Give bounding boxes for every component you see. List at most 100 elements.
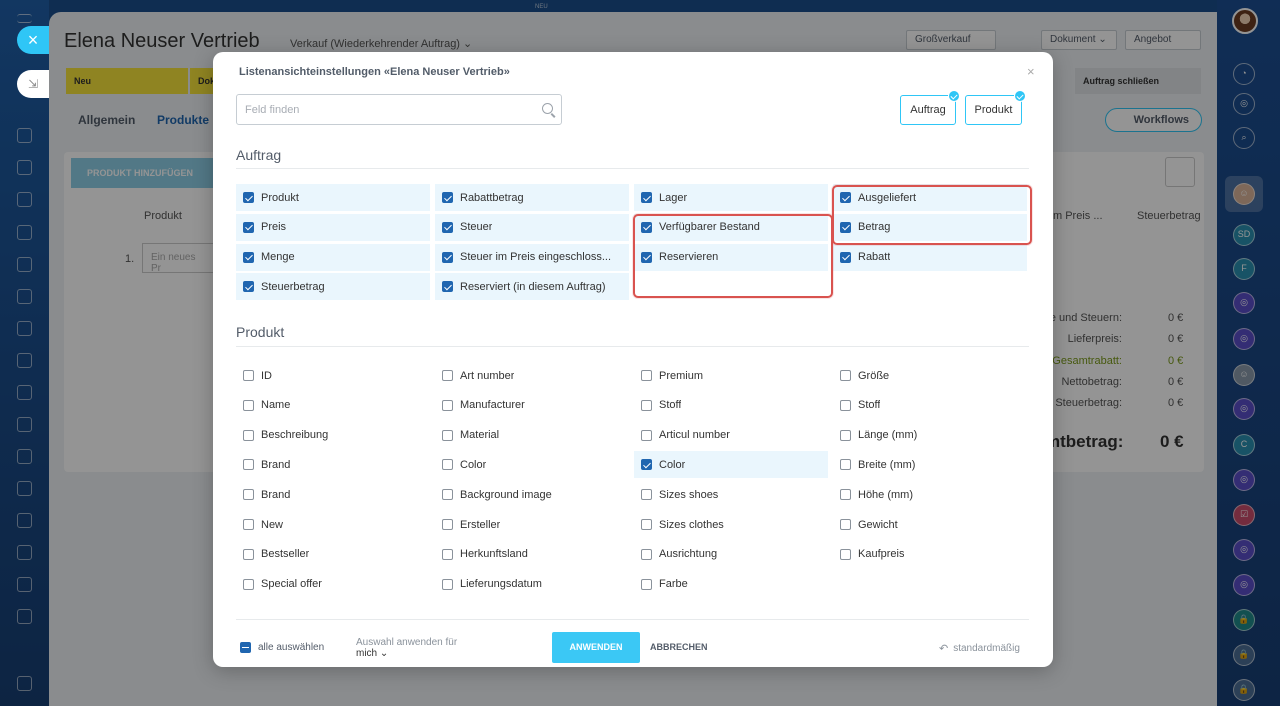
field-label: Ersteller	[460, 518, 501, 531]
field-label: Color	[659, 458, 686, 471]
field-checkbox-item[interactable]: Länge (mm)	[833, 422, 1027, 449]
field-checkbox-item[interactable]: New	[236, 511, 430, 538]
checkbox-empty-icon	[243, 578, 254, 590]
checkbox-empty-icon	[442, 578, 453, 590]
section-title-produkt: Produkt	[236, 324, 285, 340]
entity-filter-label: Auftrag	[910, 104, 946, 116]
field-checkbox-item[interactable]: ID	[236, 362, 430, 389]
field-label: Preis	[261, 221, 287, 234]
field-checkbox-item[interactable]: Ausrichtung	[634, 541, 828, 568]
field-checkbox-item[interactable]: Verfügbarer Bestand	[634, 213, 828, 241]
field-checkbox-item[interactable]: Bestseller	[236, 541, 430, 568]
checkbox-empty-icon	[442, 429, 453, 441]
checkbox-checked-icon	[243, 221, 254, 233]
field-checkbox-item[interactable]: Herkunftsland	[435, 541, 629, 568]
checkbox-checked-icon	[442, 192, 453, 203]
field-checkbox-item[interactable]: Reserviert (in diesem Auftrag)	[435, 273, 629, 301]
checkbox-empty-icon	[840, 370, 851, 381]
field-label: Brand	[261, 458, 291, 471]
field-checkbox-item[interactable]: Material	[435, 422, 629, 449]
checkbox-empty-icon	[442, 459, 453, 471]
field-checkbox-item[interactable]: Betrag	[833, 213, 1027, 241]
field-label: Reservieren	[659, 251, 719, 264]
checkbox-checked-icon	[641, 192, 652, 203]
field-label: Lager	[659, 191, 688, 204]
field-checkbox-item[interactable]: Premium	[634, 362, 828, 389]
checkbox-empty-icon	[243, 548, 254, 560]
search-input[interactable]	[237, 95, 561, 124]
close-slider-button[interactable]: ×	[17, 26, 49, 54]
field-checkbox-item[interactable]: Stoff	[634, 392, 828, 419]
close-icon[interactable]: ×	[1027, 64, 1035, 79]
field-label: Brand	[261, 488, 291, 501]
field-checkbox-item[interactable]: Brand	[236, 451, 430, 478]
apply-for-selector[interactable]: Auswahl anwenden für mich ⌄	[356, 637, 457, 659]
field-checkbox-item[interactable]: Lieferungsdatum	[435, 571, 629, 598]
apply-button[interactable]: ANWENDEN	[552, 632, 640, 663]
field-checkbox-item[interactable]: Menge	[236, 243, 430, 271]
field-label: Material	[460, 429, 500, 442]
checkbox-empty-icon	[442, 489, 453, 501]
checkbox-empty-icon	[840, 459, 851, 471]
field-checkbox-item[interactable]: Preis	[236, 213, 430, 241]
field-checkbox-item[interactable]: Reservieren	[634, 243, 828, 271]
field-checkbox-item[interactable]: Name	[236, 392, 430, 419]
field-label: Ausrichtung	[659, 548, 718, 561]
entity-filter-produkt[interactable]: Produkt	[965, 90, 1026, 125]
field-checkbox-item[interactable]: Stoff	[833, 392, 1027, 419]
field-checkbox-item[interactable]: Special offer	[236, 571, 430, 598]
field-checkbox-item[interactable]: Manufacturer	[435, 392, 629, 419]
field-checkbox-item[interactable]: Color	[634, 451, 828, 479]
select-all-checkbox[interactable]: alle auswählen	[240, 642, 324, 653]
reset-default-button[interactable]: ↶ standardmäßig	[939, 642, 1020, 655]
footer-divider	[236, 619, 1029, 620]
checkbox-checked-icon	[840, 221, 851, 233]
field-label: Rabattbetrag	[460, 191, 524, 204]
field-label: Beschreibung	[261, 429, 329, 442]
checkbox-empty-icon	[243, 519, 254, 530]
field-checkbox-item[interactable]: Gewicht	[833, 511, 1027, 538]
field-checkbox-item[interactable]: Brand	[236, 481, 430, 508]
field-label: Länge (mm)	[858, 429, 918, 442]
field-checkbox-item[interactable]: Steuerbetrag	[236, 273, 430, 301]
field-checkbox-item[interactable]: Höhe (mm)	[833, 481, 1027, 508]
field-checkbox-item[interactable]: Lager	[634, 184, 828, 211]
field-checkbox-item[interactable]: Farbe	[634, 571, 828, 598]
checkbox-checked-icon	[442, 251, 453, 263]
cancel-button[interactable]: ABBRECHEN	[650, 632, 708, 663]
field-checkbox-item[interactable]: Color	[435, 451, 629, 478]
checkbox-empty-icon	[243, 370, 254, 381]
field-checkbox-item[interactable]: Articul number	[634, 422, 828, 449]
field-checkbox-item[interactable]: Ausgeliefert	[833, 184, 1027, 211]
field-label: Sizes clothes	[659, 518, 724, 531]
field-label: Größe	[858, 369, 890, 382]
field-label: Premium	[659, 369, 704, 382]
field-checkbox-item[interactable]: Art number	[435, 362, 629, 389]
checkbox-checked-icon	[442, 221, 453, 233]
field-checkbox-item[interactable]: Rabattbetrag	[435, 184, 629, 211]
checkbox-checked-icon	[243, 251, 254, 263]
field-checkbox-item[interactable]: Größe	[833, 362, 1027, 389]
undo-icon: ↶	[939, 643, 949, 655]
field-checkbox-item[interactable]: Rabatt	[833, 243, 1027, 271]
field-label: Background image	[460, 488, 552, 501]
field-checkbox-item[interactable]: Breite (mm)	[833, 451, 1027, 478]
checkbox-empty-icon	[442, 399, 453, 411]
field-checkbox-item[interactable]: Beschreibung	[236, 422, 430, 449]
field-checkbox-item[interactable]: Sizes clothes	[634, 511, 828, 538]
checkbox-empty-icon	[243, 489, 254, 501]
field-checkbox-item[interactable]: Steuer	[435, 213, 629, 241]
entity-filter-auftrag[interactable]: Auftrag	[900, 90, 960, 125]
field-checkbox-item[interactable]: Background image	[435, 481, 629, 508]
field-label: Name	[261, 399, 291, 412]
field-checkbox-item[interactable]: Ersteller	[435, 511, 629, 538]
minimize-slider-button[interactable]: ⇲	[17, 70, 49, 98]
field-checkbox-item[interactable]: Kaufpreis	[833, 541, 1027, 568]
field-checkbox-item[interactable]: Produkt	[236, 184, 430, 211]
field-label: Menge	[261, 251, 295, 264]
field-checkbox-item[interactable]: Sizes shoes	[634, 481, 828, 508]
field-checkbox-item[interactable]: Steuer im Preis eingeschloss...	[435, 243, 629, 271]
checkbox-empty-icon	[442, 548, 453, 560]
checkbox-empty-icon	[641, 370, 652, 381]
checkbox-empty-icon	[840, 519, 851, 530]
